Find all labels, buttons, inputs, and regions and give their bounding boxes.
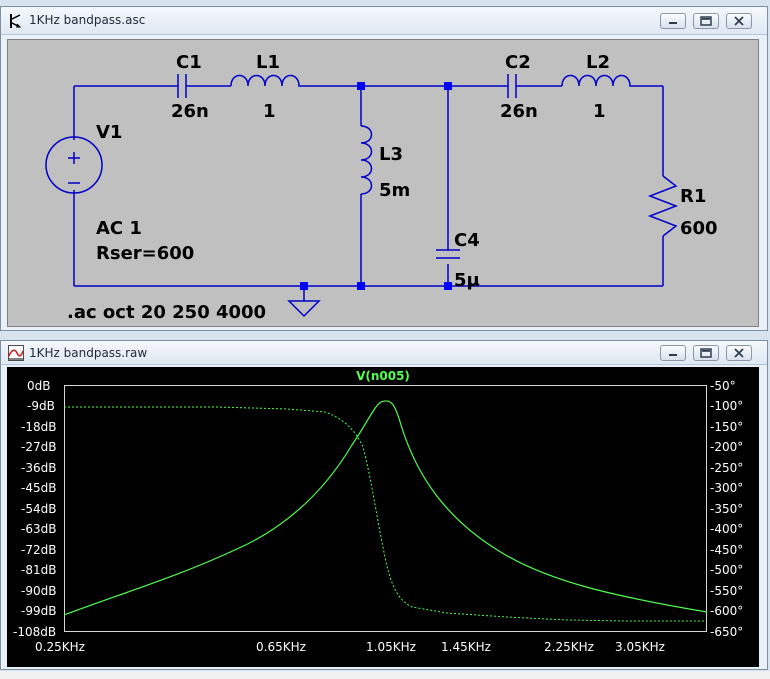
plot-window-title: 1KHz bandpass.raw [29, 346, 148, 360]
l3-name: L3 [379, 144, 403, 165]
right-axis-label-10: -550° [710, 584, 744, 598]
transistor-icon [8, 13, 24, 29]
plot-traces [63, 400, 708, 622]
left-axis-label-7: -63dB [21, 522, 57, 536]
r1-name: R1 [680, 186, 707, 207]
r1-value: 600 [680, 218, 718, 239]
left-axis-label-8: -72dB [21, 543, 57, 557]
waveform-icon [8, 345, 24, 361]
plot-maximize-button[interactable] [693, 345, 719, 361]
left-axis-label-3: -27dB [21, 440, 57, 454]
plot-window[interactable]: 1KHz bandpass.raw V(n005) 0dB -9dB -18dB… [0, 340, 768, 670]
l1-name: L1 [256, 52, 280, 73]
c1-name: C1 [176, 52, 202, 73]
plot-canvas[interactable]: V(n005) 0dB -9dB -18dB -27dB -36dB -45dB… [7, 367, 759, 667]
maximize-button[interactable] [693, 13, 719, 29]
status-strip [0, 671, 770, 679]
plot-titlebar[interactable]: 1KHz bandpass.raw [1, 341, 767, 365]
right-axis-label-0: -50° [710, 379, 736, 393]
v1-rser: Rser=600 [96, 243, 195, 264]
x-axis-label-3: 1.45KHz [441, 640, 491, 654]
right-axis-label-6: -350° [710, 502, 744, 516]
plot-close-button[interactable] [726, 345, 752, 361]
c2-name: C2 [505, 52, 531, 73]
l3-value: 5m [379, 180, 411, 201]
phase-trace [64, 406, 707, 622]
schematic-window-title: 1KHz bandpass.asc [29, 13, 146, 27]
c2-value: 26n [500, 101, 538, 122]
schematic-canvas[interactable]: C1 26n L1 1 C2 26n L2 1 L3 5m C4 5μ V1 A… [7, 39, 759, 327]
c4-name: C4 [454, 230, 480, 251]
left-axis-label-4: -36dB [21, 461, 57, 475]
left-axis-label-5: -45dB [21, 481, 57, 495]
spice-directive: .ac oct 20 250 4000 [67, 302, 267, 323]
l2-value: 1 [593, 101, 606, 122]
right-axis-label-3: -200° [710, 440, 744, 454]
right-axis-label-5: -300° [710, 481, 744, 495]
x-axis-label-4: 2.25KHz [544, 640, 594, 654]
left-axis-label-9: -81dB [21, 563, 57, 577]
right-axis-label-9: -500° [710, 563, 744, 577]
schematic-titlebar[interactable]: 1KHz bandpass.asc [1, 7, 767, 35]
right-axis-label-7: -400° [710, 522, 744, 536]
x-axis-label-5: 3.05KHz [615, 640, 665, 654]
x-axis-label-0: 0.25KHz [35, 640, 85, 654]
right-axis-label-12: -650° [710, 625, 744, 639]
right-axis-label-1: -100° [710, 399, 744, 413]
right-axis-label-4: -250° [710, 461, 744, 475]
l1-value: 1 [263, 101, 276, 122]
magnitude-trace [63, 400, 708, 616]
c1-value: 26n [171, 101, 209, 122]
x-axis-label-2: 1.05KHz [366, 640, 416, 654]
l2-name: L2 [586, 52, 610, 73]
v1-name: V1 [96, 122, 123, 143]
left-axis-label-1: -9dB [27, 399, 55, 413]
minimize-button[interactable] [660, 13, 686, 29]
schematic-window[interactable]: 1KHz bandpass.asc C1 26n L1 1 C2 26n L2 … [0, 6, 768, 331]
desktop: 1KHz bandpass.asc C1 26n L1 1 C2 26n L2 … [0, 0, 770, 679]
left-axis-label-11: -99dB [21, 604, 57, 618]
x-axis-label-1: 0.65KHz [256, 640, 306, 654]
left-axis-label-2: -18dB [21, 420, 57, 434]
right-axis-label-8: -450° [710, 543, 744, 557]
c4-value: 5μ [454, 270, 480, 291]
close-button[interactable] [726, 13, 752, 29]
left-axis-label-0: 0dB [27, 379, 51, 393]
v1-ac: AC 1 [96, 218, 142, 239]
left-axis-label-12: -108dB [13, 625, 57, 639]
left-axis-label-10: -90dB [21, 584, 57, 598]
right-axis-label-2: -150° [710, 420, 744, 434]
right-axis-label-11: -600° [710, 604, 744, 618]
plot-minimize-button[interactable] [660, 345, 686, 361]
left-axis-label-6: -54dB [21, 502, 57, 516]
